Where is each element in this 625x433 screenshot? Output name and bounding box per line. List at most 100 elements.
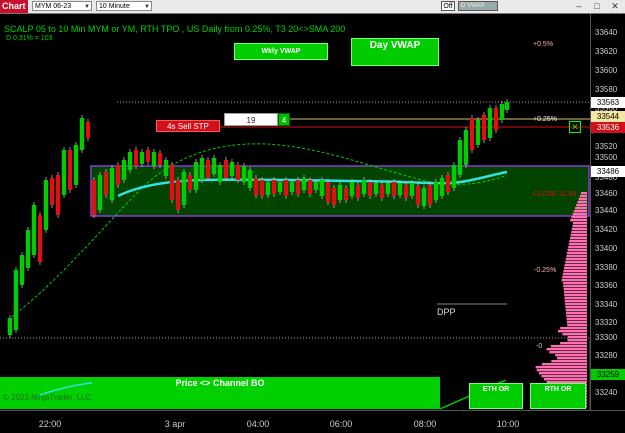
profile-bar	[563, 270, 587, 273]
chart-toolbar: Chart MYM 06-23 ▼ 10 Minute ▼ Off D VWAP…	[0, 0, 625, 14]
profile-bar	[566, 321, 587, 324]
candle-body	[127, 152, 133, 170]
profile-bar	[557, 330, 587, 333]
chart-tab[interactable]: Chart	[0, 0, 28, 13]
profile-bar	[562, 276, 587, 279]
profile-bar	[551, 360, 587, 363]
candle-body	[367, 182, 373, 196]
price-tick: 33500	[595, 153, 618, 162]
price-tick: 33340	[595, 300, 618, 309]
candle-body	[169, 165, 175, 200]
candle-body	[289, 182, 295, 192]
price-chart[interactable]	[0, 14, 590, 410]
profile-bar	[563, 282, 587, 285]
candle-body	[109, 168, 115, 200]
profile-bar	[567, 324, 587, 327]
rth-or-button[interactable]: RTH OR	[530, 383, 586, 409]
wkly-vwap-button[interactable]: Wkly VWAP	[234, 43, 328, 60]
profile-bar	[571, 231, 587, 234]
instrument-selector[interactable]: MYM 06-23 ▼	[32, 1, 92, 11]
candle-body	[325, 182, 331, 202]
candle-body	[151, 152, 157, 166]
candle-body	[175, 180, 181, 210]
profile-bar	[567, 249, 587, 252]
interval-selector[interactable]: 10 Minute ▼	[96, 1, 152, 11]
time-tick: 06:00	[329, 419, 353, 429]
candle-body	[504, 102, 510, 110]
price-channel-button[interactable]: Price <> Channel BO	[130, 377, 310, 391]
candle-body	[397, 183, 403, 195]
profile-bar	[570, 219, 587, 222]
profile-bar	[564, 297, 587, 300]
profile-bar	[572, 225, 587, 228]
profile-bar	[579, 195, 587, 198]
candle-body	[259, 180, 265, 196]
profile-bar	[565, 258, 587, 261]
maximize-icon[interactable]: □	[589, 1, 605, 12]
candle-body	[493, 108, 499, 130]
profile-bar	[567, 252, 587, 255]
profile-bar	[565, 309, 587, 312]
instrument-label: MYM 06-23	[35, 3, 72, 10]
close-label: CLOSE 31.90	[533, 191, 577, 198]
chevron-down-icon: ▼	[144, 4, 150, 10]
time-axis[interactable]: 22:00 3 apr 04:00 06:00 08:00 10:00	[0, 410, 625, 433]
sell-stop-order[interactable]: 4s Sell STP	[156, 120, 220, 132]
price-tick: 33280	[595, 351, 618, 360]
off-button[interactable]: Off	[441, 1, 455, 11]
profile-bar	[567, 336, 587, 339]
price-tick: 33600	[595, 66, 618, 75]
candle-body	[265, 182, 271, 195]
profile-bar	[564, 294, 587, 297]
candle-body	[421, 188, 427, 206]
price-tag: 33536	[591, 122, 625, 133]
eth-or-button[interactable]: ETH OR	[469, 383, 523, 409]
candle-body	[481, 115, 487, 140]
profile-bar	[536, 369, 587, 372]
profile-bar	[578, 198, 587, 201]
candle-body	[205, 160, 211, 178]
order-side-qty[interactable]: 4	[278, 113, 290, 126]
candle-body	[445, 175, 451, 192]
profile-bar	[556, 357, 587, 360]
profile-bar	[546, 348, 587, 351]
close-window-icon[interactable]: ✕	[607, 1, 623, 12]
candle-body	[187, 175, 193, 190]
candle-body	[19, 255, 25, 285]
profile-bar	[566, 315, 587, 318]
price-tag: 33544	[591, 111, 625, 122]
interval-label: 10 Minute	[99, 3, 130, 10]
candle-body	[7, 318, 13, 335]
dvwap-button[interactable]: D VWAP	[458, 1, 498, 11]
price-tick: 33300	[595, 333, 618, 342]
candle-body	[451, 165, 457, 188]
candle-body	[25, 230, 31, 268]
time-tick: 10:00	[496, 419, 520, 429]
profile-bar	[535, 366, 587, 369]
profile-bar	[555, 354, 587, 357]
candle-body	[499, 104, 505, 120]
price-tag: 33563	[591, 97, 625, 108]
profile-bar	[566, 318, 587, 321]
candle-body	[487, 108, 493, 138]
dpp-label: DPP	[437, 307, 456, 317]
order-quantity[interactable]: 19	[224, 113, 278, 126]
profile-bar	[562, 333, 587, 336]
chart-title: SCALP 05 to 10 Min MYM or YM, RTH TPO , …	[4, 24, 346, 34]
profile-bar	[565, 303, 587, 306]
candle-body	[139, 152, 145, 164]
candle-body	[217, 165, 223, 182]
profile-bar	[573, 210, 587, 213]
price-axis[interactable]: 3364033620336003358033560335403352033500…	[590, 14, 625, 410]
candle-body	[271, 180, 277, 194]
profile-bar	[539, 372, 587, 375]
profile-bar	[575, 207, 587, 210]
minimize-icon[interactable]: –	[571, 1, 587, 12]
profile-bar	[564, 264, 587, 267]
volume-profile	[535, 192, 587, 408]
profile-bar	[570, 234, 587, 237]
day-vwap-button[interactable]: Day VWAP	[351, 38, 439, 66]
close-order-icon[interactable]: ✕	[569, 121, 581, 133]
candle-body	[313, 182, 319, 190]
candle-body	[235, 165, 241, 180]
